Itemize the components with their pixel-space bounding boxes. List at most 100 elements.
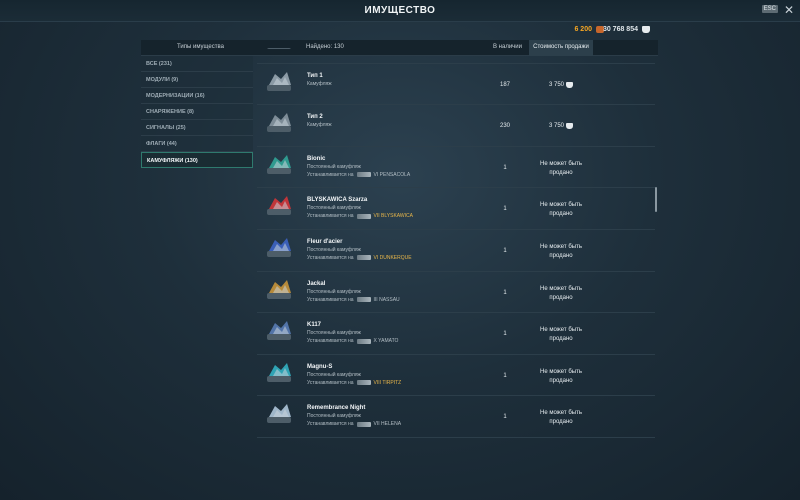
ship-name: VI DUNKERQUE: [373, 254, 412, 261]
item-quantity: 1: [503, 164, 507, 171]
nation-flag-icon: [356, 380, 371, 386]
item-type: Постоянный камуфляж: [307, 205, 361, 212]
item-name: Тип 2: [307, 114, 323, 121]
not-sellable-text: Не может быть продано: [540, 285, 582, 301]
camouflage-row[interactable]: Magnu-S Постоянный камуфляж Устанавливаетс…: [257, 355, 655, 397]
credits-icon: [642, 26, 650, 33]
nation-flag-icon: [356, 338, 371, 344]
doubloons-amount: 6 200: [574, 26, 592, 33]
item-name: Jackal: [307, 280, 326, 287]
installs-on: Устанавливается на VII BLYSKAWICA: [307, 213, 413, 219]
item-quantity: 1: [503, 206, 507, 213]
nation-flag-icon: [356, 297, 371, 303]
installs-on: Устанавливается на III NASSAU: [307, 297, 400, 303]
item-name: Bionic: [307, 155, 326, 162]
ship-name: VII BLYSKAWICA: [373, 213, 413, 220]
item-name: BLYSKAWICA Szarza: [307, 197, 368, 204]
esc-hint: ESC: [761, 5, 778, 13]
camouflage-row[interactable]: K117 Постоянный камуфляж Устанавливается н…: [257, 313, 655, 355]
item-name: Тип 1: [307, 72, 323, 79]
ship-name: VII HELENA: [373, 421, 402, 428]
credits-amount: 30 768 854: [602, 26, 638, 33]
camouflage-row[interactable]: Тип 1 Камуфляж 187 3 750: [257, 64, 655, 106]
camouflage-icon: [267, 404, 291, 424]
camouflage-row[interactable]: Fleur d'acier Постоянный камуфляж Устанавл…: [257, 230, 655, 272]
camouflage-icon: [267, 362, 291, 382]
item-type: Постоянный камуфляж: [307, 330, 361, 337]
installs-on: Устанавливается на X YAMATO: [307, 338, 398, 344]
item-name: Remembrance Night: [307, 405, 366, 412]
not-sellable-text: Не может быть продано: [540, 327, 582, 343]
installs-label: Устанавливается на: [307, 254, 354, 261]
ship-name: VI PENSACOLA: [373, 171, 411, 178]
camouflage-icon: [267, 196, 291, 216]
not-sellable-text: Не может быть продано: [540, 160, 582, 176]
price-value: 3 750: [548, 123, 564, 130]
item-sell-price: 3 750: [533, 81, 589, 88]
sidebar-item[interactable]: СНАРЯЖЕНИЕ (8): [141, 104, 253, 120]
camouflage-row[interactable]: Тип 2 Камуфляж 230 3 750: [257, 105, 655, 147]
camouflage-row[interactable]: Jackal Постоянный камуфляж Устанавливается…: [257, 272, 655, 314]
sidebar-item[interactable]: МОДЕРНИЗАЦИИ (16): [141, 88, 253, 104]
camouflage-icon: [267, 154, 291, 174]
sidebar-item[interactable]: КАМУФЛЯЖИ (130): [141, 152, 253, 168]
not-sellable-text: Не может быть продано: [540, 368, 582, 384]
item-type: Постоянный камуфляж: [307, 413, 361, 420]
camouflage-icon: [267, 279, 291, 299]
camouflage-icon: [267, 237, 291, 257]
camouflage-row[interactable]: Bionic Постоянный камуфляж Устанавливается…: [257, 147, 655, 189]
installs-label: Устанавливается на: [307, 338, 354, 345]
item-type: Постоянный камуфляж: [307, 288, 361, 295]
item-quantity: 230: [499, 123, 510, 130]
installs-on: Устанавливается на VIII TIRPITZ: [307, 380, 401, 386]
installs-on: Устанавливается на VI DUNKERQUE: [307, 255, 412, 261]
item-quantity: 187: [499, 81, 510, 88]
installs-label: Устанавливается на: [307, 213, 354, 220]
installs-label: Устанавливается на: [307, 296, 354, 303]
scrollbar-thumb[interactable]: [655, 187, 657, 212]
nation-flag-icon: [356, 421, 371, 427]
camouflage-icon: [267, 321, 291, 341]
item-type: Постоянный камуфляж: [307, 163, 361, 170]
nation-flag-icon: [356, 213, 371, 219]
item-quantity: 1: [503, 247, 507, 254]
credits-icon: [566, 123, 573, 130]
sidebar-item[interactable]: ВСЕ (231): [141, 56, 253, 72]
doubloons-balance: 6 200: [574, 26, 604, 33]
sidebar-item[interactable]: ФЛАГИ (44): [141, 136, 253, 152]
credits-balance: 30 768 854: [603, 26, 650, 33]
sidebar-item[interactable]: МОДУЛИ (9): [141, 72, 253, 88]
item-type: Камуфляж: [307, 122, 332, 129]
installs-on: Устанавливается на VII HELENA: [307, 421, 401, 427]
camouflage-row[interactable]: Камуфляж815 000: [257, 48, 655, 64]
not-sellable-text: Не может быть продано: [540, 202, 582, 218]
ship-name: X YAMATO: [373, 338, 399, 345]
item-name: K117: [307, 322, 322, 329]
installs-on: Устанавливается на VI PENSACOLA: [307, 172, 410, 178]
camouflage-icon: [267, 71, 291, 91]
window-title: ИМУЩЕСТВО: [364, 5, 436, 16]
credits-icon: [566, 81, 573, 88]
item-name: Magnu-S: [307, 363, 333, 370]
camouflage-icon: [267, 48, 291, 49]
item-quantity: 1: [503, 289, 507, 296]
installs-label: Устанавливается на: [307, 171, 354, 178]
price-value: 3 750: [548, 81, 564, 88]
sidebar-item[interactable]: СИГНАЛЫ (25): [141, 120, 253, 136]
installs-label: Устанавливается на: [307, 379, 354, 386]
nation-flag-icon: [356, 255, 371, 261]
installs-label: Устанавливается на: [307, 421, 354, 428]
ship-name: III NASSAU: [373, 296, 400, 303]
item-quantity: 1: [503, 331, 507, 338]
camouflage-row[interactable]: Remembrance Night Постоянный камуфляж Уста…: [257, 396, 655, 438]
item-sell-price: 3 750: [533, 123, 589, 130]
nation-flag-icon: [356, 172, 371, 178]
item-quantity: 1: [503, 372, 507, 379]
ship-name: VIII TIRPITZ: [373, 379, 402, 386]
header-types: Типы имущества: [177, 44, 224, 50]
property-type-sidebar: ВСЕ (231) МОДУЛИ (9) МОДЕРНИЗАЦИИ (16) СНАР…: [141, 56, 253, 168]
camouflage-row[interactable]: BLYSKAWICA Szarza Постоянный камуфляж Уста…: [257, 188, 655, 230]
close-icon[interactable]: ✕: [784, 3, 794, 17]
item-quantity: 1: [503, 414, 507, 421]
items-list: Камуфляж815 000Тип 1Камуфляж1873 750Тип …: [257, 48, 655, 440]
